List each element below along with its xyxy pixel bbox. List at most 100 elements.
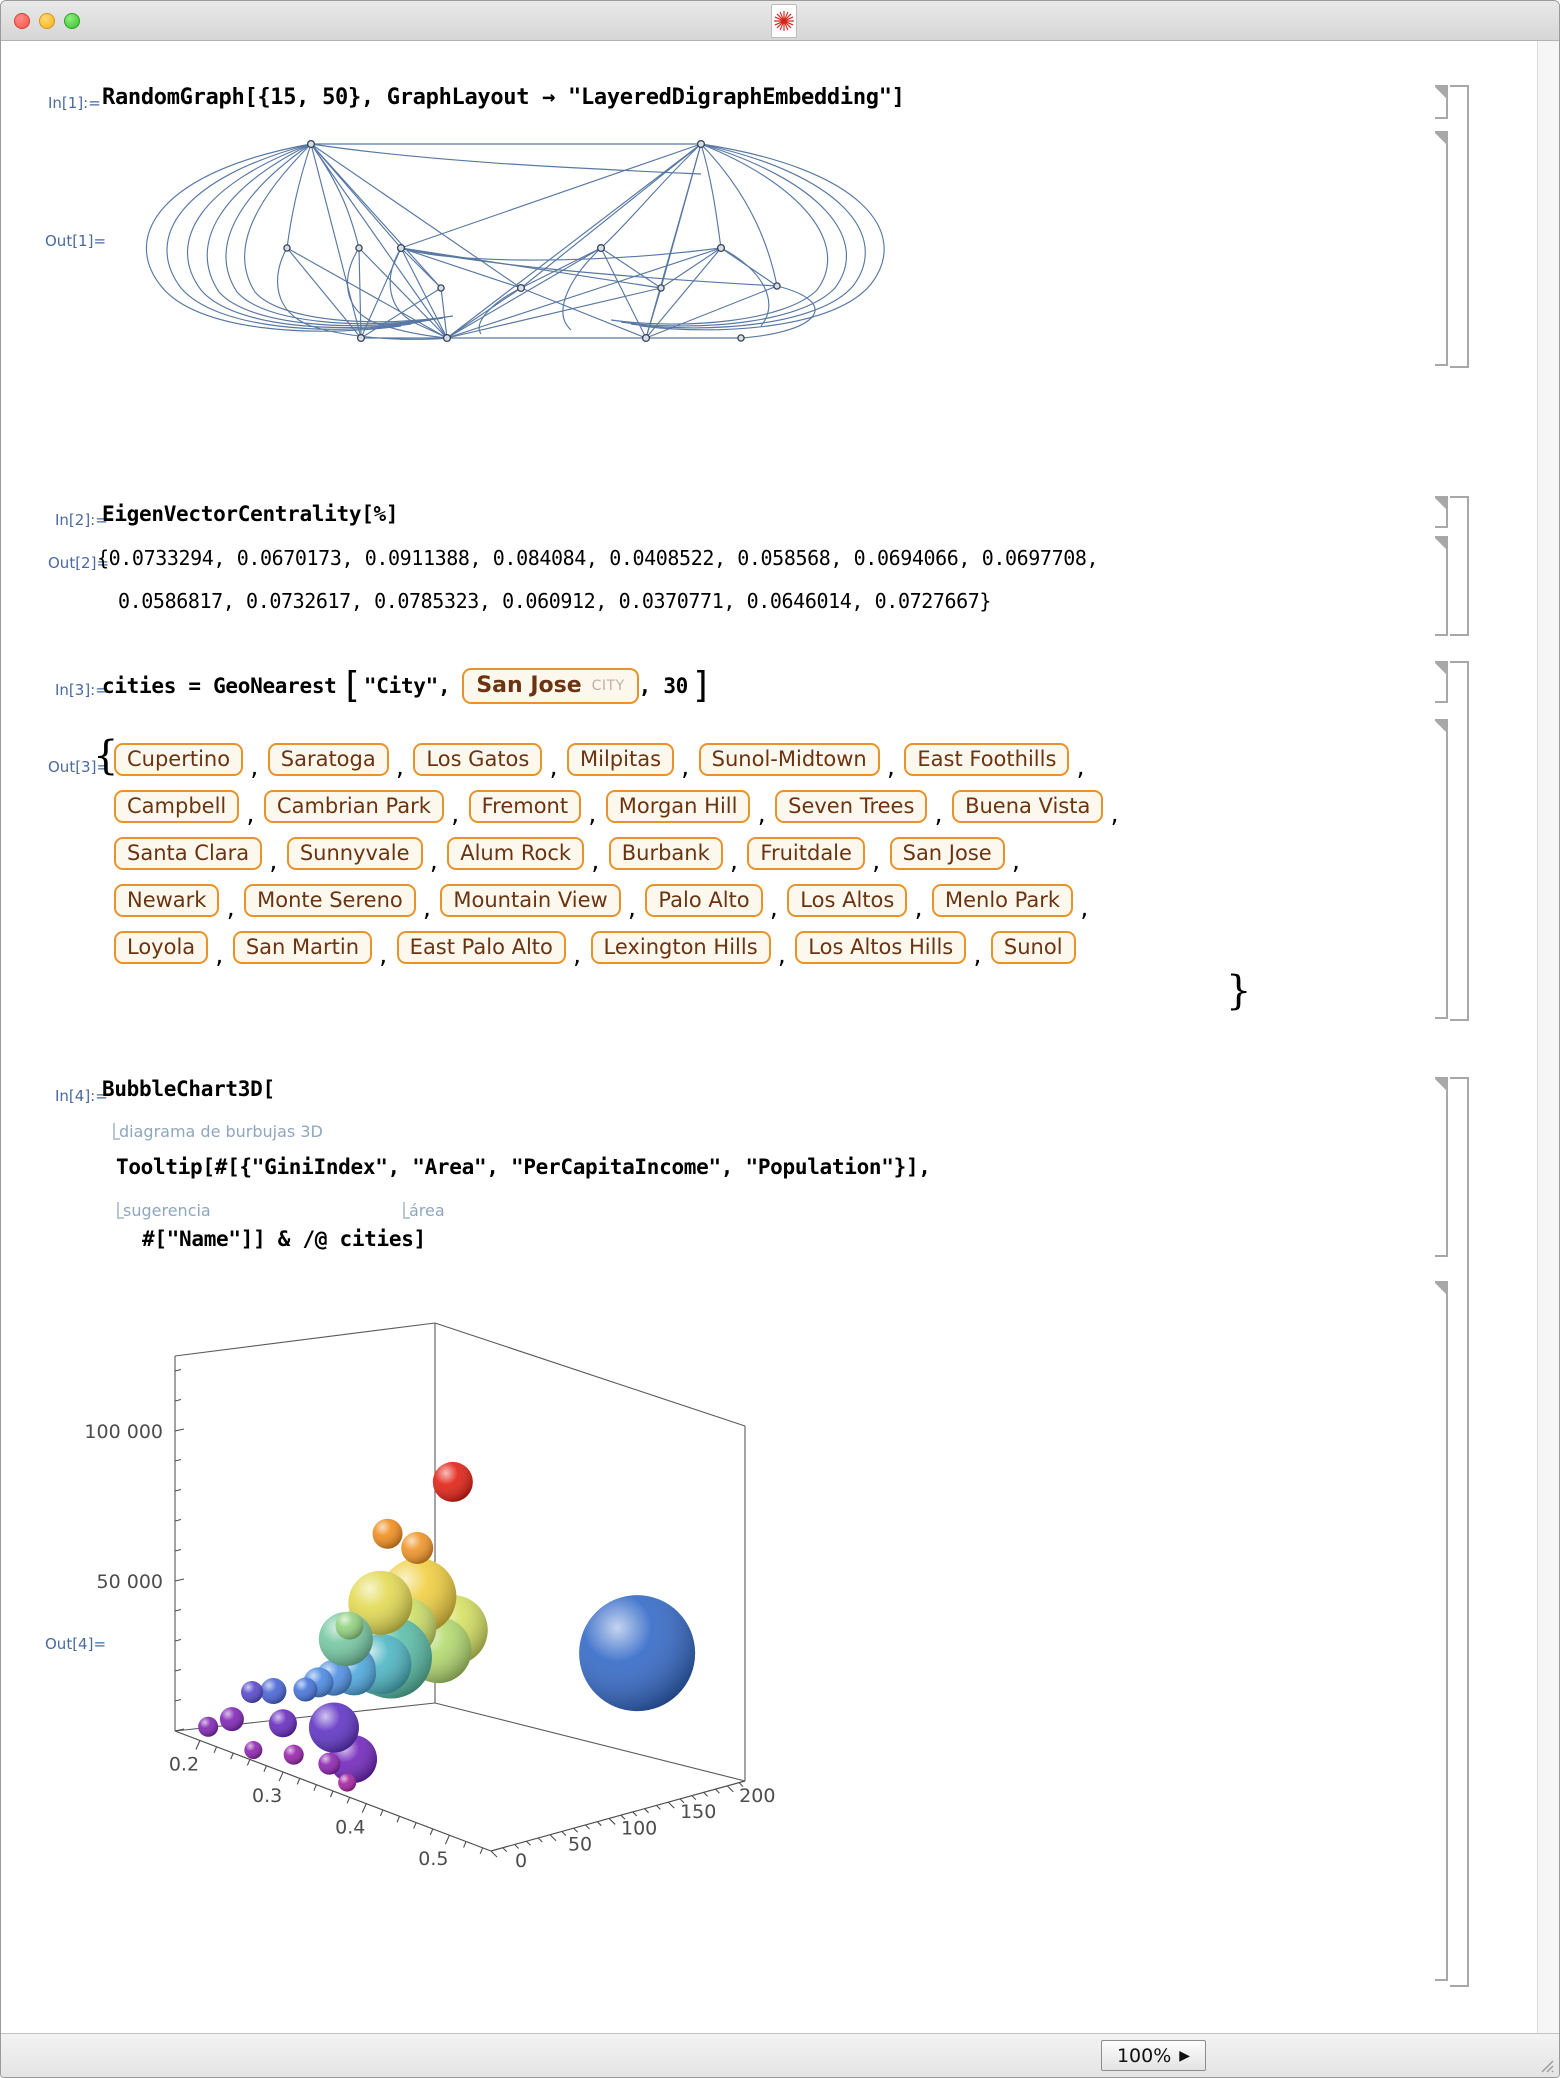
city-entity-chip[interactable]: Campbell [114, 789, 240, 824]
bubble-point[interactable]: Buena Vista [318, 1752, 341, 1775]
input-code-in4-line1[interactable]: BubbleChart3D[ [102, 1077, 275, 1101]
axis-tick [213, 1746, 218, 1754]
input-code-in4-line2[interactable]: Tooltip[#[{"GiniIndex", "Area", "PerCapi… [116, 1155, 931, 1179]
city-entity-chip[interactable]: East Foothills [904, 742, 1070, 777]
bubble-point[interactable]: Los Altos [401, 1531, 434, 1564]
city-entity-chip[interactable]: Fremont [468, 789, 582, 824]
city-entity-chip[interactable]: San Martin [232, 930, 373, 965]
city-entity-chip[interactable]: East Palo Alto [396, 930, 566, 965]
axis-tick [691, 1795, 697, 1801]
bubble-shading [335, 1611, 364, 1640]
cell-group-bracket-2[interactable] [1450, 496, 1469, 636]
axis-tick [585, 1824, 590, 1830]
input-code-in4-line3[interactable]: #["Name"]] & /@ cities] [142, 1227, 426, 1251]
axis-tick-label: 50 [568, 1834, 592, 1856]
cell-bracket-out3-tail[interactable] [1435, 719, 1448, 1019]
bubble-point[interactable]: Atherton [372, 1518, 403, 1549]
bubble-point[interactable]: Los Gatos [308, 1702, 359, 1753]
city-entity-chip[interactable]: San Jose [889, 836, 1005, 871]
bubble-shading [338, 1773, 357, 1792]
city-entity-chip[interactable]: Cupertino [114, 742, 244, 777]
city-entity-chip[interactable]: Los Altos Hills [795, 930, 967, 965]
cell-bracket-out4-tail[interactable] [1435, 1281, 1448, 1981]
close-button[interactable] [14, 13, 30, 29]
notebook-content[interactable]: In[1]:= RandomGraph[{15, 50}, GraphLayou… [1, 41, 1559, 2033]
bubble-shading [219, 1707, 244, 1732]
cell-bracket-in1-tail[interactable] [1435, 85, 1448, 119]
wolfram-notebook-window: In[1]:= RandomGraph[{15, 50}, GraphLayou… [0, 0, 1560, 2078]
city-entity-chip[interactable]: Morgan Hill [605, 789, 751, 824]
city-entity-chip[interactable]: Menlo Park [931, 883, 1074, 918]
bubble-point[interactable]: San Jose [579, 1595, 696, 1712]
input-code-in2[interactable]: EigenVectorCentrality[%] [102, 502, 399, 526]
input-code-in1[interactable]: RandomGraph[{15, 50}, GraphLayout → "Lay… [102, 85, 905, 110]
axis-tick [667, 1801, 675, 1809]
city-entity-chip[interactable]: Los Gatos [413, 742, 543, 777]
city-entity-chip[interactable]: Sunnyvale [286, 836, 423, 871]
city-entity-chip[interactable]: Buena Vista [952, 789, 1104, 824]
axis-tick-label: 0.3 [252, 1785, 282, 1807]
bubble-chart-3d-output[interactable]: San JosePalo AltoCupertinoLos Altos Hill… [84, 1311, 971, 2031]
zoom-button[interactable] [64, 13, 80, 29]
bubble-series: San JosePalo AltoCupertinoLos Altos Hill… [198, 1461, 696, 1792]
city-entity-chip[interactable]: Palo Alto [645, 883, 763, 918]
city-entity-chip[interactable]: Sunol [990, 930, 1076, 965]
bubble-point[interactable]: East Palo Alto [198, 1716, 219, 1737]
list-separator: , [448, 803, 462, 827]
cell-bracket-in2-tail[interactable] [1435, 496, 1448, 528]
city-chip-row: Campbell, Cambrian Park, Fremont, Morgan Hi… [114, 783, 1134, 830]
cell-group-bracket-1[interactable] [1450, 85, 1469, 368]
zoom-level-control[interactable]: 100% ▶ [1101, 2040, 1206, 2071]
cell-bracket-out2-tail[interactable] [1435, 536, 1448, 636]
cell-bracket-out1-tail[interactable] [1435, 131, 1448, 366]
city-entity-chip[interactable]: Alum Rock [447, 836, 585, 871]
bubble-point[interactable]: Los Altos Hills [432, 1461, 473, 1502]
bubble-point[interactable]: East Foothills [260, 1678, 287, 1705]
city-entity-chip[interactable]: Loyola [114, 930, 209, 965]
resize-grip-icon[interactable] [1536, 2055, 1556, 2075]
city-entity-chip[interactable]: Mountain View [440, 883, 621, 918]
bubble-point[interactable]: Morgan Hill [293, 1677, 318, 1702]
cell-label-out1: Out[1]= [45, 232, 107, 250]
city-entity-chip[interactable]: Fruitdale [747, 836, 865, 871]
axis-tick [174, 1638, 182, 1642]
city-entity-chip[interactable]: Lexington Hills [590, 930, 771, 965]
axis-tick-label: 200 [739, 1785, 775, 1807]
minimize-button[interactable] [39, 13, 55, 29]
city-entity-chip[interactable]: Burbank [608, 836, 723, 871]
city-entity-chip[interactable]: Sunol-Midtown [698, 742, 880, 777]
vertical-scrollbar[interactable] [1537, 41, 1559, 2033]
city-entity-chip[interactable]: Los Altos [787, 883, 908, 918]
bubble-point[interactable]: Lexington Hills [335, 1611, 364, 1640]
bubble-point[interactable]: Cambrian Park [268, 1709, 297, 1738]
bubble-point[interactable]: Fruitdale [219, 1707, 244, 1732]
cell-label-in4: In[4]:= [55, 1087, 108, 1105]
bubble-point[interactable]: Burbank [241, 1681, 264, 1704]
axis-tick [174, 1458, 182, 1462]
city-entity-chip[interactable]: Milpitas [567, 742, 675, 777]
city-entity-chip[interactable]: Monte Sereno [244, 883, 416, 918]
bubble-shading [198, 1716, 219, 1737]
axis-tick [329, 1790, 334, 1798]
axis-tick [174, 1578, 185, 1582]
random-graph-output[interactable] [101, 126, 1101, 356]
bubble-point[interactable]: Seven Trees [283, 1744, 304, 1765]
bubble-point[interactable]: San Martin [338, 1773, 357, 1792]
entity-chip-san-jose[interactable]: San Jose CITY [462, 668, 639, 704]
input-code-in3[interactable]: cities = GeoNearest [ "City", San Jose C… [102, 667, 713, 704]
city-entity-chip[interactable]: Cambrian Park [263, 789, 444, 824]
city-entity-chip[interactable]: Newark [114, 883, 220, 918]
wolfram-spikey-icon[interactable] [771, 4, 797, 38]
cell-bracket-in4-tail[interactable] [1435, 1077, 1448, 1257]
city-entity-chip[interactable]: Seven Trees [775, 789, 928, 824]
list-separator: , [1078, 897, 1091, 921]
axis-tick [526, 1840, 531, 1846]
cell-bracket-in3-tail[interactable] [1435, 661, 1448, 703]
cell-group-bracket-4[interactable] [1450, 1077, 1469, 1987]
city-entity-chip[interactable]: Saratoga [267, 742, 389, 777]
city-entity-chip[interactable]: Santa Clara [114, 836, 263, 871]
axis-tick [596, 1821, 602, 1827]
window-controls [14, 13, 80, 29]
bubble-point[interactable]: Sunol [244, 1741, 263, 1760]
cell-group-bracket-3[interactable] [1450, 661, 1469, 1021]
